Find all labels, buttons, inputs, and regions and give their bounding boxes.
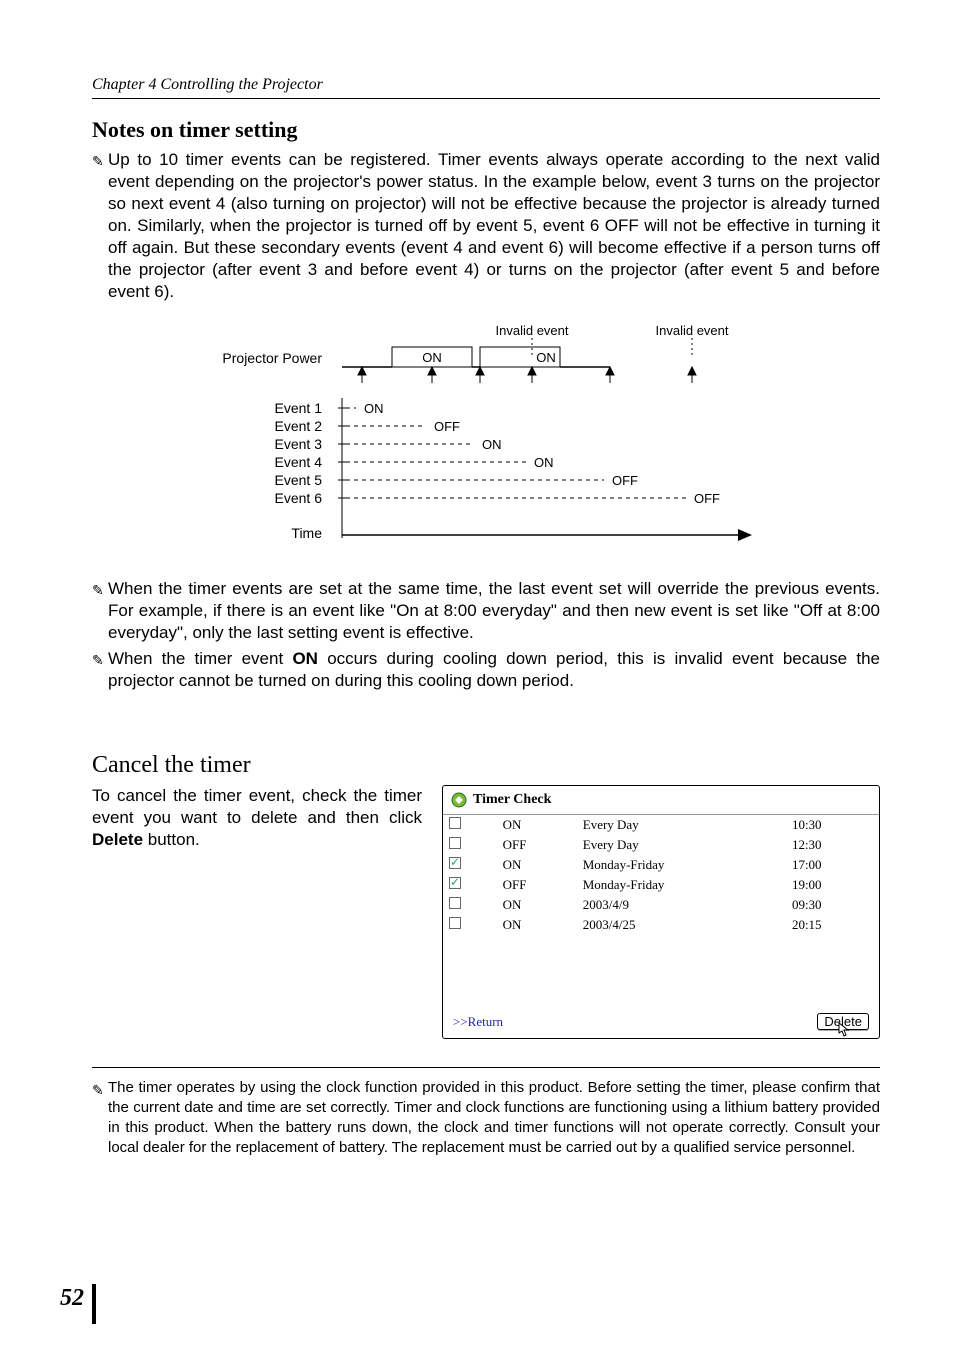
return-link[interactable]: >>Return xyxy=(453,1014,503,1030)
timer-panel-title: Timer Check xyxy=(443,786,879,814)
event-label: Event 1 xyxy=(275,400,323,416)
event-value: OFF xyxy=(694,491,720,506)
delete-button[interactable]: Delete xyxy=(817,1013,869,1030)
event-label: Event 4 xyxy=(275,454,323,470)
event-label: Event 2 xyxy=(275,418,323,434)
diagram-on-1: ON xyxy=(422,350,442,365)
timer-check-panel: Timer Check ONEvery Day10:30OFFEvery Day… xyxy=(442,785,880,1039)
section-heading-notes: Notes on timer setting xyxy=(92,117,880,143)
note-text-2: When the timer events are set at the sam… xyxy=(108,578,880,644)
page-number-bar xyxy=(92,1284,96,1324)
timer-row: ON2003/4/909:30 xyxy=(443,895,879,915)
timer-state: OFF xyxy=(497,875,577,895)
timer-day: Monday-Friday xyxy=(577,875,786,895)
event-value: ON xyxy=(534,455,554,470)
timer-day: Monday-Friday xyxy=(577,855,786,875)
timing-diagram: Invalid event Invalid event Projector Po… xyxy=(122,323,762,558)
document-page: Chapter 4 Controlling the Projector Note… xyxy=(0,0,954,1352)
power-label: Projector Power xyxy=(222,350,322,366)
timer-checkbox[interactable] xyxy=(449,877,461,889)
cancel-section: To cancel the timer event, check the tim… xyxy=(92,785,880,1039)
time-label: Time xyxy=(291,525,322,541)
pencil-icon: ✎ xyxy=(92,648,108,670)
timer-checkbox[interactable] xyxy=(449,817,461,829)
chapter-header: Chapter 4 Controlling the Projector xyxy=(92,76,880,99)
timer-row: OFFEvery Day12:30 xyxy=(443,835,879,855)
section-heading-cancel: Cancel the timer xyxy=(92,752,880,779)
pencil-icon: ✎ xyxy=(92,149,108,171)
timer-row: OFFMonday-Friday19:00 xyxy=(443,875,879,895)
cancel-text: To cancel the timer event, check the tim… xyxy=(92,785,422,851)
event-label: Event 5 xyxy=(275,472,323,488)
timer-day: Every Day xyxy=(577,815,786,836)
timer-time: 20:15 xyxy=(786,915,879,935)
footnote-row: ✎ The timer operates by using the clock … xyxy=(92,1078,880,1158)
timer-footer: >>Return Delete xyxy=(443,1005,879,1038)
invalid-label-2: Invalid event xyxy=(656,323,729,338)
footnote-text: The timer operates by using the clock fu… xyxy=(108,1078,880,1158)
timer-row: ONMonday-Friday17:00 xyxy=(443,855,879,875)
timer-checkbox[interactable] xyxy=(449,917,461,929)
timer-day: 2003/4/9 xyxy=(577,895,786,915)
timer-day: Every Day xyxy=(577,835,786,855)
timer-time: 10:30 xyxy=(786,815,879,836)
event-label: Event 6 xyxy=(275,490,323,506)
note-text-1: Up to 10 timer events can be registered.… xyxy=(108,149,880,303)
timer-checkbox[interactable] xyxy=(449,857,461,869)
timer-time: 09:30 xyxy=(786,895,879,915)
event-value: OFF xyxy=(434,419,460,434)
event-label: Event 3 xyxy=(275,436,323,452)
note-row-2: ✎ When the timer events are set at the s… xyxy=(92,578,880,644)
footnote-separator xyxy=(92,1067,880,1068)
pencil-icon: ✎ xyxy=(92,1078,108,1100)
note-row-3: ✎ When the timer event ON occurs during … xyxy=(92,648,880,692)
timer-state: ON xyxy=(497,895,577,915)
event-value: ON xyxy=(364,401,384,416)
timer-day: 2003/4/25 xyxy=(577,915,786,935)
cursor-icon xyxy=(838,1022,852,1041)
timer-table: ONEvery Day10:30OFFEvery Day12:30ONMonda… xyxy=(443,814,879,935)
timer-row: ON2003/4/2520:15 xyxy=(443,915,879,935)
note-row-1: ✎ Up to 10 timer events can be registere… xyxy=(92,149,880,303)
timer-state: ON xyxy=(497,815,577,836)
note-text-3: When the timer event ON occurs during co… xyxy=(108,648,880,692)
event-value: ON xyxy=(482,437,502,452)
timer-checkbox[interactable] xyxy=(449,837,461,849)
timer-time: 19:00 xyxy=(786,875,879,895)
timer-checkbox[interactable] xyxy=(449,897,461,909)
timer-time: 12:30 xyxy=(786,835,879,855)
timer-state: ON xyxy=(497,915,577,935)
pencil-icon: ✎ xyxy=(92,578,108,600)
timer-row: ONEvery Day10:30 xyxy=(443,815,879,836)
diagram-on-2: ON xyxy=(536,350,556,365)
page-number: 52 xyxy=(60,1285,84,1312)
timer-time: 17:00 xyxy=(786,855,879,875)
invalid-label-1: Invalid event xyxy=(496,323,569,338)
timer-state: ON xyxy=(497,855,577,875)
event-value: OFF xyxy=(612,473,638,488)
timer-state: OFF xyxy=(497,835,577,855)
timer-icon xyxy=(451,792,467,808)
